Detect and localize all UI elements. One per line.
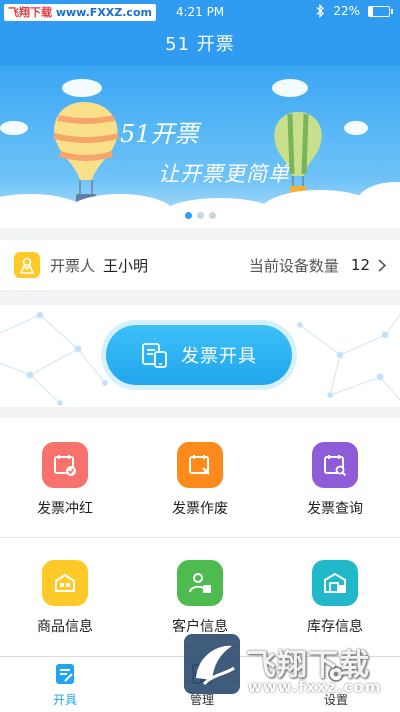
promo-banner[interactable]: 51开票 让开票更简单	[0, 66, 400, 228]
battery-percent: 22%	[333, 4, 360, 18]
carousel-dot[interactable]	[196, 212, 204, 219]
status-indicators: 22%	[315, 4, 393, 18]
function-invoice-void[interactable]: 发票作废	[145, 442, 255, 518]
banner-slogan-title: 51开票	[120, 120, 199, 148]
issuer-name: 王小明	[103, 256, 149, 275]
chevron-right-icon	[378, 258, 386, 272]
function-invoice-red[interactable]: 发票冲红	[10, 442, 120, 518]
battery-level	[369, 6, 374, 16]
status-bar: 飞翔下载 www.FXXZ.com 4:21 PM 22%	[0, 0, 400, 24]
grid-divider	[0, 537, 400, 538]
invoice-red-icon	[42, 442, 88, 488]
function-goods-info[interactable]: 商品信息	[10, 560, 120, 636]
function-label: 发票冲红	[37, 501, 93, 517]
goods-icon	[42, 560, 88, 606]
carousel-indicator	[0, 212, 400, 219]
issuer-label: 开票人	[50, 256, 96, 275]
watermark-url: www.fxxz.com	[248, 678, 382, 696]
function-label: 商品信息	[37, 619, 93, 635]
invoice-void-icon	[177, 442, 223, 488]
function-grid: 发票冲红 发票作废 发票查询 商品信息 客户信息 库存信息	[0, 418, 400, 658]
issuer-info-row[interactable]: 开票人 王小明 当前设备数量 12	[0, 240, 400, 290]
balloon-left-icon	[53, 102, 119, 208]
battery-icon	[368, 5, 393, 17]
inventory-icon	[312, 560, 358, 606]
tab-label: 开具	[52, 693, 77, 707]
function-label: 发票作废	[172, 501, 228, 517]
carousel-dot[interactable]	[184, 212, 192, 219]
invoice-search-icon	[312, 442, 358, 488]
banner-slogan-subtitle: 让开票更简单	[158, 162, 290, 186]
function-invoice-search[interactable]: 发票查询	[280, 442, 390, 518]
function-label: 发票查询	[307, 501, 363, 517]
device-count-label: 当前设备数量	[248, 256, 339, 275]
issue-invoice-label: 发票开具	[181, 346, 257, 367]
page-title: 51 开票	[0, 24, 400, 66]
customer-icon	[177, 560, 223, 606]
bluetooth-icon	[316, 4, 325, 18]
invoice-phone-icon	[142, 343, 167, 368]
banner-illustration	[0, 79, 400, 228]
issue-invoice-button[interactable]: 发票开具	[106, 325, 292, 385]
function-inventory-info[interactable]: 库存信息	[280, 560, 390, 636]
carousel-dot[interactable]	[208, 212, 216, 219]
issue-invoice-section: 发票开具	[0, 305, 400, 407]
tab-issue[interactable]: 开具	[25, 661, 105, 708]
issue-tab-icon	[52, 661, 78, 687]
user-icon	[14, 252, 40, 278]
function-customer-info[interactable]: 客户信息	[145, 560, 255, 636]
device-count: 12	[350, 256, 370, 274]
